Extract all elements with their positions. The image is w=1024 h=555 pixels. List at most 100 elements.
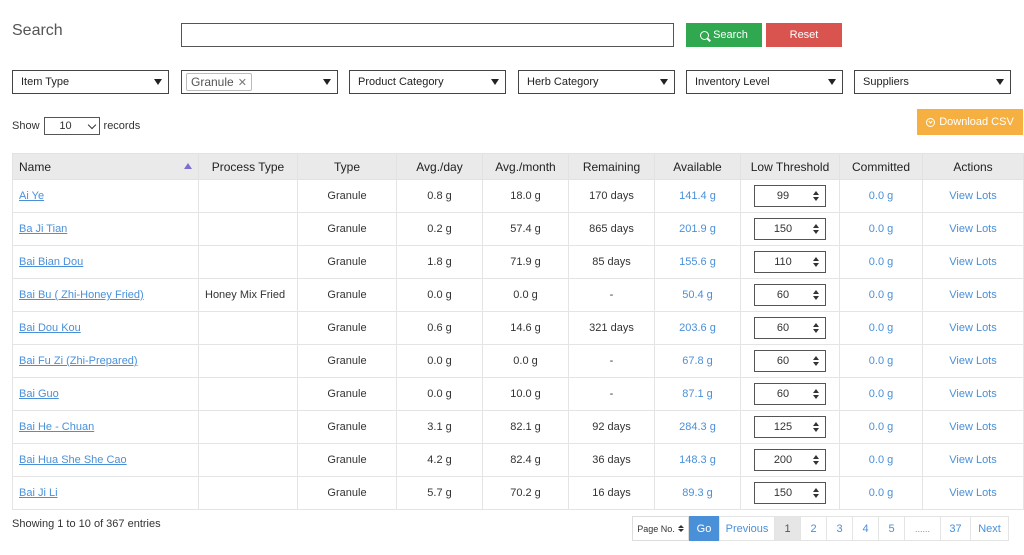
column-header-name[interactable]: Name: [12, 153, 199, 180]
view-lots-link[interactable]: View Lots: [922, 278, 1024, 312]
remove-tag-icon[interactable]: ✕: [238, 76, 247, 89]
herb-name-link[interactable]: Bai He - Chuan: [19, 421, 94, 433]
remaining-cell: 85 days: [568, 245, 655, 279]
column-header-available[interactable]: Available: [654, 153, 741, 180]
page-link-2[interactable]: 2: [801, 516, 827, 541]
threshold-stepper[interactable]: 60: [754, 317, 826, 339]
view-lots-link[interactable]: View Lots: [922, 377, 1024, 411]
search-button[interactable]: Search: [686, 23, 762, 47]
process-type-cell: Honey Mix Fried: [198, 278, 298, 312]
herb-name-link[interactable]: Ba Ji Tian: [19, 223, 67, 235]
available-link[interactable]: 284.3 g: [654, 410, 741, 444]
herb-name-link[interactable]: Bai Bu ( Zhi-Honey Fried): [19, 289, 144, 301]
threshold-stepper[interactable]: 200: [754, 449, 826, 471]
column-header-remaining[interactable]: Remaining: [568, 153, 655, 180]
threshold-stepper[interactable]: 150: [754, 218, 826, 240]
threshold-stepper[interactable]: 60: [754, 350, 826, 372]
herb-category-filter[interactable]: Herb Category: [518, 70, 675, 94]
column-header-type[interactable]: Type: [297, 153, 397, 180]
committed-link[interactable]: 0.0 g: [839, 443, 923, 477]
available-link[interactable]: 155.6 g: [654, 245, 741, 279]
previous-page-link[interactable]: Previous: [719, 516, 775, 541]
committed-link[interactable]: 0.0 g: [839, 410, 923, 444]
avg-month-cell: 10.0 g: [482, 377, 569, 411]
available-link[interactable]: 201.9 g: [654, 212, 741, 246]
stepper-arrows-icon[interactable]: [813, 290, 819, 300]
threshold-stepper[interactable]: 150: [754, 482, 826, 504]
threshold-stepper[interactable]: 60: [754, 284, 826, 306]
product-category-filter[interactable]: Product Category: [349, 70, 506, 94]
available-link[interactable]: 203.6 g: [654, 311, 741, 345]
search-button-label: Search: [713, 29, 748, 41]
search-input[interactable]: [181, 23, 674, 47]
stepper-arrows-icon[interactable]: [813, 389, 819, 399]
page-number-select[interactable]: Page No.: [632, 516, 689, 541]
view-lots-link[interactable]: View Lots: [922, 443, 1024, 477]
suppliers-filter[interactable]: Suppliers: [854, 70, 1011, 94]
process-filter[interactable]: Granule ✕: [181, 70, 338, 94]
available-link[interactable]: 50.4 g: [654, 278, 741, 312]
download-csv-button[interactable]: Download CSV: [917, 109, 1023, 135]
stepper-arrows-icon[interactable]: [813, 257, 819, 267]
stepper-arrows-icon[interactable]: [813, 422, 819, 432]
committed-link[interactable]: 0.0 g: [839, 212, 923, 246]
column-header-process-type[interactable]: Process Type: [198, 153, 298, 180]
name-cell: Bai Ji Li: [12, 476, 199, 510]
column-header-committed[interactable]: Committed: [839, 153, 923, 180]
committed-link[interactable]: 0.0 g: [839, 344, 923, 378]
stepper-arrows-icon[interactable]: [813, 323, 819, 333]
threshold-stepper[interactable]: 110: [754, 251, 826, 273]
stepper-arrows-icon[interactable]: [813, 191, 819, 201]
committed-link[interactable]: 0.0 g: [839, 377, 923, 411]
herb-name-link[interactable]: Ai Ye: [19, 190, 44, 202]
available-link[interactable]: 148.3 g: [654, 443, 741, 477]
herb-name-link[interactable]: Bai Bian Dou: [19, 256, 83, 268]
view-lots-link[interactable]: View Lots: [922, 179, 1024, 213]
reset-button[interactable]: Reset: [766, 23, 842, 47]
herb-name-link[interactable]: Bai Dou Kou: [19, 322, 81, 334]
herb-category-filter-label: Herb Category: [527, 76, 599, 88]
column-header-avg-day[interactable]: Avg./day: [396, 153, 483, 180]
page-link-4[interactable]: 4: [853, 516, 879, 541]
item-type-filter[interactable]: Item Type: [12, 70, 169, 94]
available-link[interactable]: 87.1 g: [654, 377, 741, 411]
committed-link[interactable]: 0.0 g: [839, 179, 923, 213]
available-link[interactable]: 141.4 g: [654, 179, 741, 213]
view-lots-link[interactable]: View Lots: [922, 311, 1024, 345]
committed-link[interactable]: 0.0 g: [839, 311, 923, 345]
name-cell: Bai Dou Kou: [12, 311, 199, 345]
avg-month-cell: 71.9 g: [482, 245, 569, 279]
threshold-stepper[interactable]: 99: [754, 185, 826, 207]
view-lots-link[interactable]: View Lots: [922, 410, 1024, 444]
stepper-arrows-icon[interactable]: [813, 356, 819, 366]
view-lots-link[interactable]: View Lots: [922, 344, 1024, 378]
committed-link[interactable]: 0.0 g: [839, 476, 923, 510]
view-lots-link[interactable]: View Lots: [922, 245, 1024, 279]
available-link[interactable]: 89.3 g: [654, 476, 741, 510]
inventory-level-filter[interactable]: Inventory Level: [686, 70, 843, 94]
herb-name-link[interactable]: Bai Hua She She Cao: [19, 454, 127, 466]
committed-link[interactable]: 0.0 g: [839, 245, 923, 279]
threshold-stepper[interactable]: 125: [754, 416, 826, 438]
herb-name-link[interactable]: Bai Ji Li: [19, 487, 58, 499]
view-lots-link[interactable]: View Lots: [922, 212, 1024, 246]
stepper-arrows-icon[interactable]: [813, 455, 819, 465]
herb-name-link[interactable]: Bai Guo: [19, 388, 59, 400]
available-link[interactable]: 67.8 g: [654, 344, 741, 378]
view-lots-link[interactable]: View Lots: [922, 476, 1024, 510]
stepper-arrows-icon[interactable]: [813, 224, 819, 234]
page-link-1[interactable]: 1: [775, 516, 801, 541]
herb-name-link[interactable]: Bai Fu Zi (Zhi-Prepared): [19, 355, 138, 367]
column-header-avg-month[interactable]: Avg./month: [482, 153, 569, 180]
committed-link[interactable]: 0.0 g: [839, 278, 923, 312]
records-select[interactable]: 10: [43, 117, 100, 135]
page-link-37[interactable]: 37: [941, 516, 971, 541]
go-button[interactable]: Go: [689, 516, 719, 541]
page-link-5[interactable]: 5: [879, 516, 905, 541]
next-page-link[interactable]: Next: [971, 516, 1009, 541]
threshold-stepper[interactable]: 60: [754, 383, 826, 405]
page-link-3[interactable]: 3: [827, 516, 853, 541]
stepper-arrows-icon[interactable]: [813, 488, 819, 498]
low-threshold-cell: 110: [740, 245, 840, 279]
column-header-low-threshold[interactable]: Low Threshold: [740, 153, 840, 180]
